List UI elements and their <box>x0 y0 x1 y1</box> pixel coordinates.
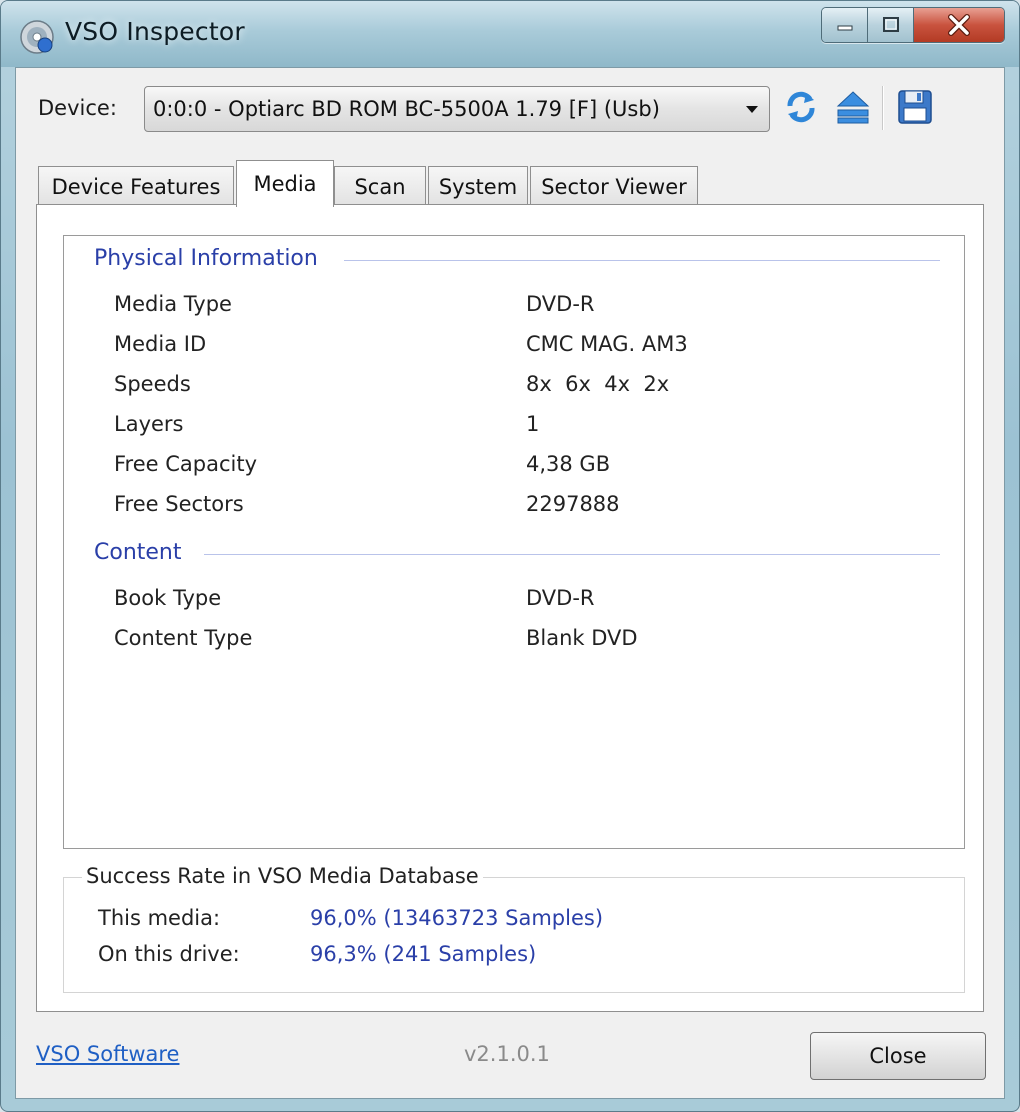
row-value: CMC MAG. AM3 <box>526 332 688 356</box>
chevron-down-icon <box>735 104 769 114</box>
close-icon <box>948 14 970 36</box>
row-label: Layers <box>114 412 184 436</box>
window-title: VSO Inspector <box>65 17 245 46</box>
success-rate-box: Success Rate in VSO Media Database This … <box>63 864 965 993</box>
toolbar-separator <box>882 86 884 130</box>
row-label: Free Sectors <box>114 492 244 516</box>
refresh-icon[interactable] <box>782 88 820 126</box>
maximize-icon <box>882 17 899 32</box>
tab-device-features[interactable]: Device Features <box>38 166 234 206</box>
success-label: This media: <box>98 906 221 930</box>
success-value: 96,0% (13463723 Samples) <box>310 906 604 930</box>
row-label: Media ID <box>114 332 207 356</box>
row-value: 4,38 GB <box>526 452 611 476</box>
row-value: 8x 6x 4x 2x <box>526 372 670 396</box>
eject-icon[interactable] <box>834 88 872 126</box>
success-rate-title: Success Rate in VSO Media Database <box>82 864 483 888</box>
device-select[interactable]: 0:0:0 - Optiarc BD ROM BC-5500A 1.79 [F]… <box>144 86 770 132</box>
tab-scan[interactable]: Scan <box>334 166 426 206</box>
success-label: On this drive: <box>98 942 240 966</box>
section-divider <box>344 260 940 261</box>
row-label: Content Type <box>114 626 253 650</box>
row-value: Blank DVD <box>526 626 638 650</box>
title-bar[interactable]: VSO Inspector <box>1 1 1019 67</box>
media-info-box: Physical Information Media Type DVD-R Me… <box>63 235 965 849</box>
close-window-button[interactable] <box>914 8 1004 42</box>
row-value: DVD-R <box>526 586 595 610</box>
close-button[interactable]: Close <box>810 1032 986 1080</box>
row-value: 2297888 <box>526 492 620 516</box>
content-title: Content <box>94 540 192 565</box>
tab-sector-viewer[interactable]: Sector Viewer <box>530 166 698 206</box>
device-select-value: 0:0:0 - Optiarc BD ROM BC-5500A 1.79 [F]… <box>153 97 660 121</box>
section-divider <box>204 554 940 555</box>
disc-icon <box>20 20 54 54</box>
version-label: v2.1.0.1 <box>464 1042 550 1066</box>
row-value: DVD-R <box>526 292 595 316</box>
row-label: Book Type <box>114 586 222 610</box>
minimize-icon <box>837 25 852 31</box>
row-label: Media Type <box>114 292 232 316</box>
vso-software-link[interactable]: VSO Software <box>36 1042 179 1066</box>
success-value: 96,3% (241 Samples) <box>310 942 537 966</box>
row-value: 1 <box>526 412 540 436</box>
device-label: Device: <box>38 96 117 120</box>
tab-system[interactable]: System <box>428 166 528 206</box>
app-window: VSO Inspector Device: 0:0:0 - Optiarc BD… <box>0 0 1020 1112</box>
media-tab-panel: Physical Information Media Type DVD-R Me… <box>36 204 984 1012</box>
maximize-button[interactable] <box>868 8 914 42</box>
tab-media[interactable]: Media <box>236 160 334 207</box>
row-label: Speeds <box>114 372 191 396</box>
client-area: Device: 0:0:0 - Optiarc BD ROM BC-5500A … <box>15 67 1005 1099</box>
row-label: Free Capacity <box>114 452 258 476</box>
caption-buttons <box>821 7 1005 43</box>
physical-info-title: Physical Information <box>94 246 328 271</box>
minimize-button[interactable] <box>822 8 868 42</box>
save-icon[interactable] <box>896 88 934 126</box>
